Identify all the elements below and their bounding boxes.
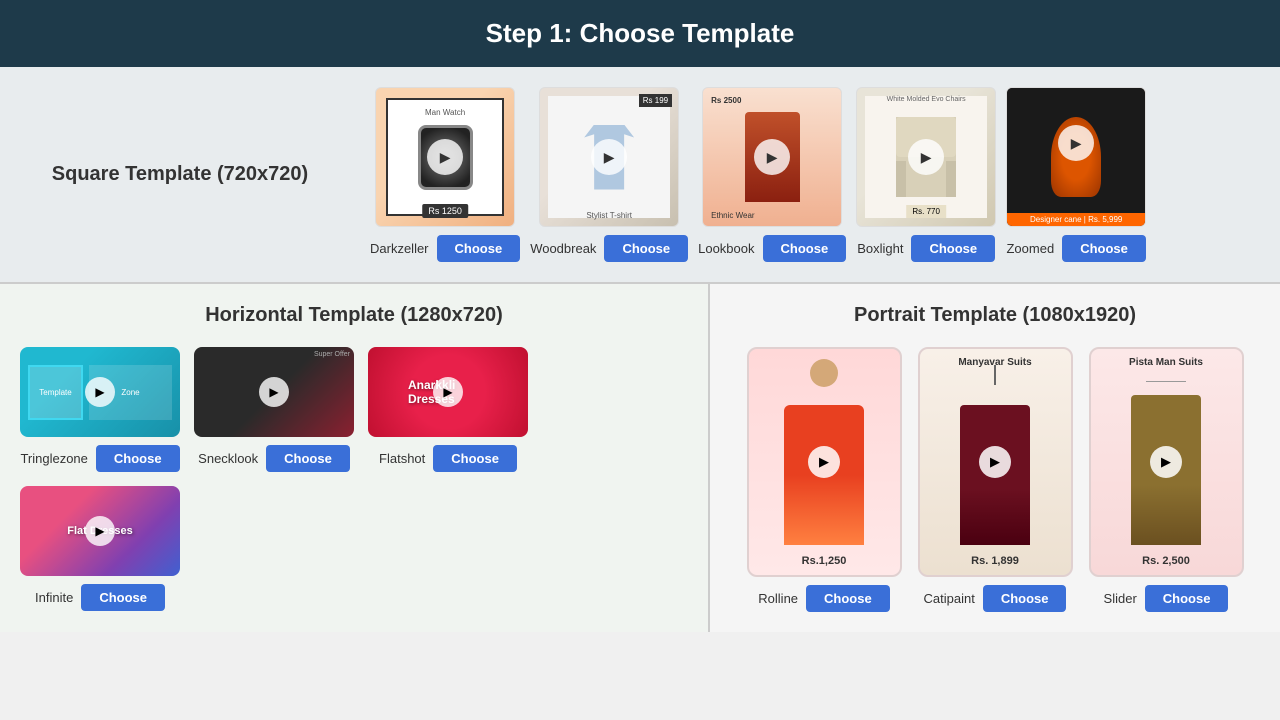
catipaint-thumb[interactable]: Manyavar Suits Rs. 1,899 ▶ [918, 347, 1073, 577]
snecklook-name: Snecklook [198, 451, 258, 466]
p-template-rolline: Rs.1,250 ▶ Rolline Choose [747, 347, 902, 612]
flatshot-play[interactable]: ▶ [433, 377, 463, 407]
template-item-lookbook: Rs 2500 Ethnic Wear ▶ Lookbook Choose [698, 87, 846, 262]
lookbook-name: Lookbook [698, 241, 754, 256]
lookbook-price: Rs 2500 [711, 96, 741, 105]
boxlight-play[interactable]: ▶ [908, 139, 944, 175]
woodbreak-price: Rs 199 [639, 94, 672, 107]
zoomed-price: Designer cane | Rs. 5,999 [1007, 213, 1145, 226]
catipaint-play[interactable]: ▶ [979, 446, 1011, 478]
woodbreak-label: Stylist T-shirt [586, 211, 632, 220]
h-template-snecklook: Super Offer ▶ Snecklook Choose [194, 347, 354, 472]
tringlezone-name: Tringlezone [20, 451, 87, 466]
horizontal-templates-grid: Template Zone ▶ Tringlezone Choose Super… [20, 347, 688, 611]
boxlight-name: Boxlight [857, 241, 903, 256]
page-header: Step 1: Choose Template [0, 0, 1280, 67]
slider-product-title: Pista Man Suits [1091, 357, 1242, 368]
catipaint-price: Rs. 1,899 [920, 555, 1071, 567]
flatshot-name: Flatshot [379, 451, 425, 466]
infinite-choose-btn[interactable]: Choose [81, 584, 165, 611]
page-title: Step 1: Choose Template [486, 18, 795, 48]
woodbreak-choose-btn[interactable]: Choose [604, 235, 688, 262]
horizontal-section-title: Horizontal Template (1280x720) [20, 304, 688, 327]
boxlight-choose-btn[interactable]: Choose [911, 235, 995, 262]
boxlight-title: White Molded Evo Chairs [887, 96, 966, 103]
lower-section: Horizontal Template (1280x720) Template … [0, 284, 1280, 632]
horizontal-template-section: Horizontal Template (1280x720) Template … [0, 284, 710, 632]
tringlezone-play[interactable]: ▶ [85, 377, 115, 407]
rolline-choose-btn[interactable]: Choose [806, 585, 890, 612]
lookbook-thumb[interactable]: Rs 2500 Ethnic Wear ▶ [702, 87, 842, 227]
slider-price: Rs. 2,500 [1091, 555, 1242, 567]
infinite-name: Infinite [35, 590, 73, 605]
h-template-flatshot: Anarkkli Dresses ▶ Flatshot Choose [368, 347, 528, 472]
snecklook-thumb[interactable]: Super Offer ▶ [194, 347, 354, 437]
darkzeller-price: Rs 1250 [422, 204, 468, 218]
p-template-slider: Pista Man Suits Rs. 2,500 ▶ Slider Choos… [1089, 347, 1244, 612]
portrait-section-title: Portrait Template (1080x1920) [730, 304, 1260, 327]
portrait-templates-row: Rs.1,250 ▶ Rolline Choose Manyavar Suits… [730, 347, 1260, 612]
template-item-boxlight: White Molded Evo Chairs Rs. 770 ▶ Boxlig… [856, 87, 996, 262]
template-item-zoomed: Designer cane | Rs. 5,999 ▶ Zoomed Choos… [1006, 87, 1146, 262]
snecklook-play[interactable]: ▶ [259, 377, 289, 407]
slider-choose-btn[interactable]: Choose [1145, 585, 1229, 612]
snecklook-choose-btn[interactable]: Choose [266, 445, 350, 472]
main-content: Square Template (720x720) Man Watch Rs 1… [0, 67, 1280, 632]
rolline-thumb[interactable]: Rs.1,250 ▶ [747, 347, 902, 577]
rolline-play[interactable]: ▶ [808, 446, 840, 478]
tringlezone-thumb[interactable]: Template Zone ▶ [20, 347, 180, 437]
infinite-play[interactable]: ▶ [85, 516, 115, 546]
flatshot-thumb[interactable]: Anarkkli Dresses ▶ [368, 347, 528, 437]
darkzeller-name: Darkzeller [370, 241, 429, 256]
zoomed-choose-btn[interactable]: Choose [1062, 235, 1146, 262]
tringlezone-choose-btn[interactable]: Choose [96, 445, 180, 472]
slider-name: Slider [1104, 591, 1137, 606]
darkzeller-thumb[interactable]: Man Watch Rs 1250 ▶ [375, 87, 515, 227]
slider-thumb[interactable]: Pista Man Suits Rs. 2,500 ▶ [1089, 347, 1244, 577]
portrait-template-section: Portrait Template (1080x1920) Rs.1,250 ▶… [710, 284, 1280, 632]
slider-play[interactable]: ▶ [1150, 446, 1182, 478]
square-template-section: Square Template (720x720) Man Watch Rs 1… [0, 67, 1280, 284]
woodbreak-play[interactable]: ▶ [591, 139, 627, 175]
darkzeller-play[interactable]: ▶ [427, 139, 463, 175]
catipaint-choose-btn[interactable]: Choose [983, 585, 1067, 612]
catipaint-name: Catipaint [924, 591, 975, 606]
boxlight-thumb[interactable]: White Molded Evo Chairs Rs. 770 ▶ [856, 87, 996, 227]
flatshot-choose-btn[interactable]: Choose [433, 445, 517, 472]
zoomed-thumb[interactable]: Designer cane | Rs. 5,999 ▶ [1006, 87, 1146, 227]
darkzeller-choose-btn[interactable]: Choose [437, 235, 521, 262]
rolline-head [810, 359, 838, 387]
zoomed-play[interactable]: ▶ [1058, 125, 1094, 161]
woodbreak-name: Woodbreak [530, 241, 596, 256]
infinite-thumb[interactable]: Flat Dresses ▶ [20, 486, 180, 576]
woodbreak-thumb[interactable]: Rs 199 Stylist T-shirt ▶ [539, 87, 679, 227]
rolline-name: Rolline [758, 591, 798, 606]
h-template-tringlezone: Template Zone ▶ Tringlezone Choose [20, 347, 180, 472]
h-template-infinite: Flat Dresses ▶ Infinite Choose [20, 486, 180, 611]
rolline-price: Rs.1,250 [749, 555, 900, 567]
square-templates-row: Man Watch Rs 1250 ▶ Darkzeller Choose [360, 67, 1280, 282]
lookbook-label: Ethnic Wear [711, 211, 754, 220]
boxlight-price: Rs. 770 [906, 205, 946, 218]
template-item-woodbreak: Rs 199 Stylist T-shirt ▶ Woodbreak Choos… [530, 87, 688, 262]
template-item-darkzeller: Man Watch Rs 1250 ▶ Darkzeller Choose [370, 87, 520, 262]
lookbook-play[interactable]: ▶ [754, 139, 790, 175]
square-section-label: Square Template (720x720) [0, 67, 360, 282]
lookbook-choose-btn[interactable]: Choose [763, 235, 847, 262]
darkzeller-top-label: Man Watch [425, 108, 465, 117]
zoomed-name: Zoomed [1006, 241, 1054, 256]
p-template-catipaint: Manyavar Suits Rs. 1,899 ▶ Catipaint Cho… [918, 347, 1073, 612]
